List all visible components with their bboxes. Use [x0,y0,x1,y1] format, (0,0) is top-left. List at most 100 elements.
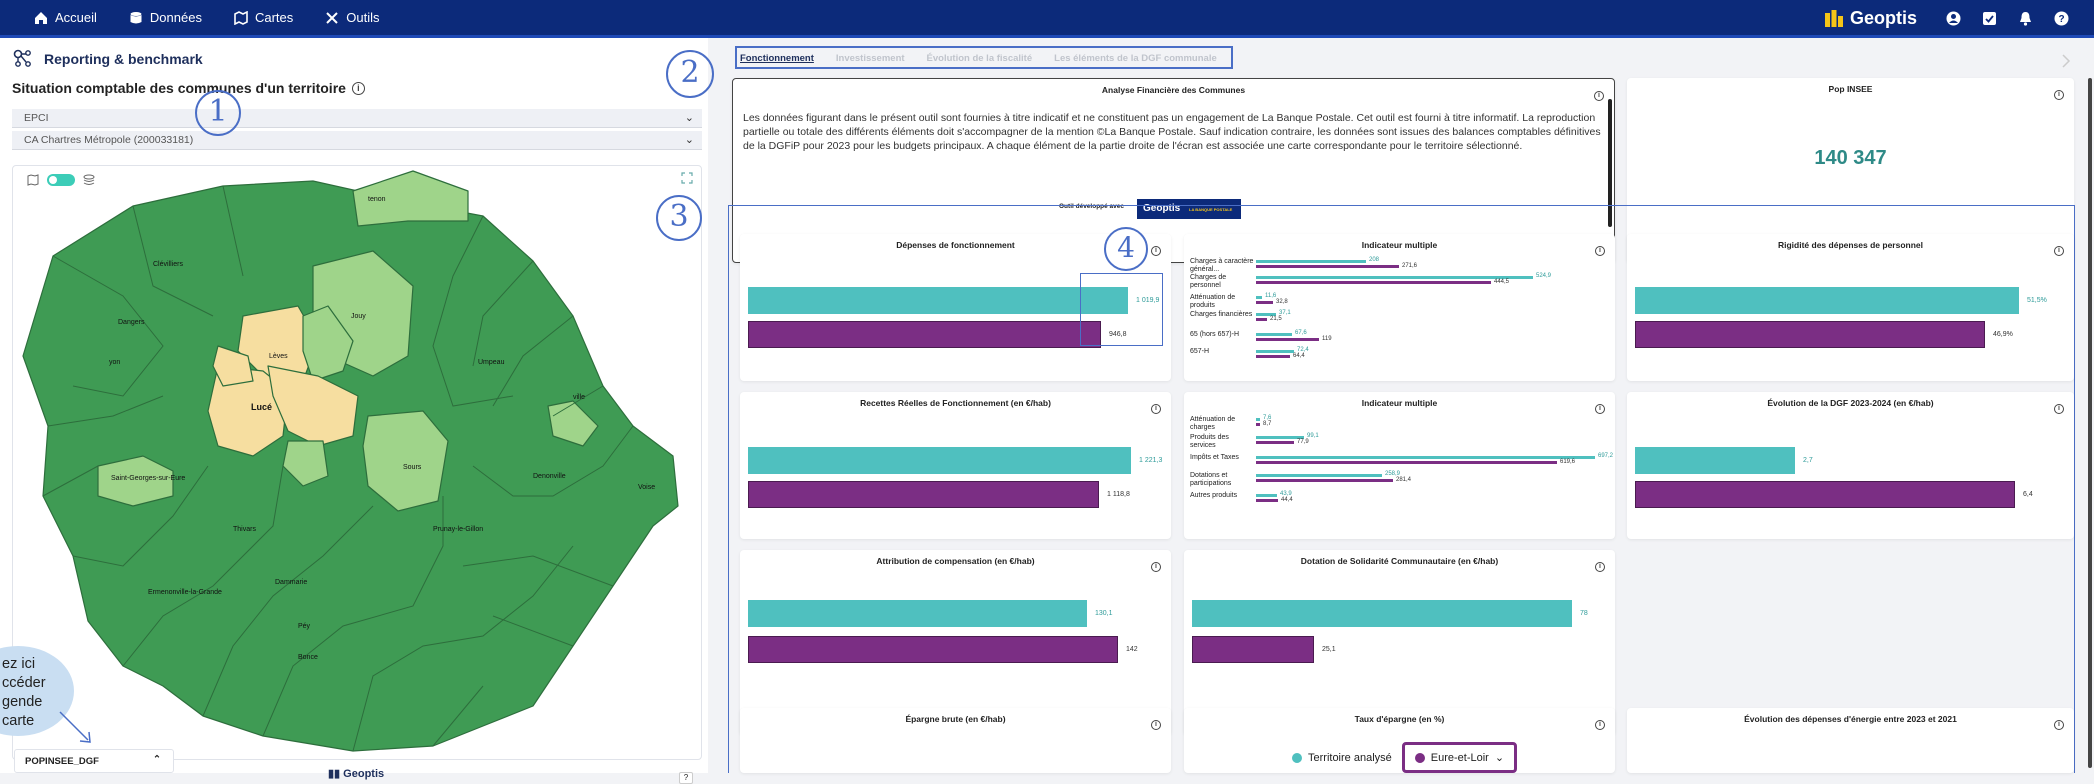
map-container[interactable]: tenon Clévilliers Dangers Jouy Lèves Ump… [12,165,702,760]
multi-value-compare: 8,7 [1263,421,1272,427]
commune-map[interactable]: tenon Clévilliers Dangers Jouy Lèves Ump… [13,166,702,760]
info-icon[interactable]: i [2054,83,2064,101]
indicateur-multiple-produits-card[interactable]: Indicateur multiple i Atténuation de cha… [1184,392,1615,539]
pop-value: 140 347 [1814,147,1887,169]
user-icon[interactable] [1946,11,1961,26]
page-scrollbar[interactable] [2088,78,2092,768]
info-icon[interactable]: i [1151,713,1161,731]
card-title: Épargne brute (en €/hab) [905,714,1006,724]
map-label: tenon [368,196,386,203]
map-label: Saint-Georges-sur-Eure [111,475,185,482]
territory-select[interactable]: CA Chartres Métropole (200033181) ⌄ [12,131,702,150]
multi-value-compare: 281,4 [1396,477,1412,483]
info-icon[interactable]: i [1595,397,1605,415]
multi-bar-compare [1256,338,1319,341]
map-label: Sours [403,464,422,471]
multi-bar-territoire [1256,494,1277,497]
info-icon[interactable]: i [1595,239,1605,257]
multi-bar-territoire [1256,260,1366,263]
top-navbar: Accueil Données Cartes Outils Geoptis ? [0,0,2094,38]
bell-icon[interactable] [2018,11,2033,26]
info-icon[interactable]: i [1595,713,1605,731]
multi-value-territoire: 67,6 [1295,330,1307,336]
home-icon [35,11,47,24]
multi-bar-territoire [1256,296,1262,299]
dgf-evolution-card[interactable]: Évolution de la DGF 2023-2024 (en €/hab)… [1627,392,2074,539]
indicateur-multiple-charges-card[interactable]: Indicateur multiple i Charges à caractèr… [1184,234,1615,381]
multi-bar-compare [1256,281,1491,284]
map-label: yon [109,359,120,366]
bar-territoire [748,287,1128,314]
multi-bar-compare [1256,265,1399,268]
reporting-title-text: Reporting & benchmark [44,51,203,67]
bar-value-territoire: 130,1 [1095,610,1113,617]
multi-value-compare: 21,5 [1270,316,1282,322]
energie-card[interactable]: Évolution des dépenses d'énergie entre 2… [1627,708,2074,773]
info-icon[interactable]: i [2054,239,2064,257]
territory-type-value: EPCI [24,112,49,124]
territory-type-select[interactable]: EPCI ⌄ [12,109,702,128]
multi-row-label: Dotations et participations [1190,472,1232,487]
bar-territoire [748,600,1087,627]
card-title: Évolution des dépenses d'énergie entre 2… [1744,714,1957,724]
card-title: Dotation de Solidarité Communautaire (en… [1300,556,1499,566]
nav-accueil[interactable]: Accueil [34,10,97,25]
multi-value-compare: 64,4 [1293,353,1305,359]
map-label: Bonce [298,654,318,661]
card-title: Évolution de la DGF 2023-2024 (en €/hab) [1767,398,1934,408]
info-icon[interactable]: i [351,81,365,95]
legend-label-compare: Eure-et-Loir [1430,751,1489,764]
help-icon[interactable]: ? [2054,11,2069,26]
info-icon[interactable]: i [1151,397,1161,415]
multi-bar-compare [1256,479,1393,482]
reporting-title: Reporting & benchmark [12,48,203,70]
multi-row-label: Charges de personnel [1190,274,1227,289]
situation-title-text: Situation comptable des communes d'un te… [12,80,346,96]
multi-value-territoire: 208 [1369,257,1380,263]
chevron-right-icon[interactable] [2061,54,2071,68]
bar-compare [748,321,1101,348]
bar-value-compare: 25,1 [1322,646,1336,653]
multi-value-compare: 271,6 [1402,263,1418,269]
bar-value-compare: 142 [1126,646,1138,653]
map-legend-selector[interactable]: POPINSEE_DGF ⌃ [14,749,174,773]
nav-outils[interactable]: Outils [325,10,380,25]
map-help-button[interactable]: ? [679,772,693,784]
info-icon[interactable]: i [2054,713,2064,731]
annotation-box-tabs [735,46,1233,69]
multi-value-territoire: 697,2 [1598,453,1614,459]
info-icon[interactable]: i [1594,84,1604,102]
map-icon [234,10,248,25]
annotation-box-4 [1080,273,1163,346]
chevron-down-icon: ⌄ [684,112,694,124]
multi-bar-territoire [1256,333,1292,336]
svg-text:?: ? [2058,14,2064,25]
nav-cartes[interactable]: Cartes [234,10,293,25]
database-icon [130,11,142,23]
multi-bar-territoire [1256,418,1260,421]
multi-bar-compare [1256,355,1290,358]
brand-logo[interactable]: Geoptis [1824,8,1917,29]
bar-value-compare: 46,9% [1993,331,2013,338]
multi-row-label: Charges à caractère général... [1190,258,1254,273]
checkbox-icon[interactable] [1982,11,1997,26]
nav-donnees[interactable]: Données [129,10,202,25]
bar-value-territoire: 51,5% [2027,297,2047,304]
rigidite-card[interactable]: Rigidité des dépenses de personnel i 51,… [1627,234,2074,381]
info-icon[interactable]: i [1595,555,1605,573]
recettes-card[interactable]: Recettes Réelles de Fonctionnement (en €… [740,392,1171,539]
bar-value-compare: 6,4 [2023,491,2033,498]
info-icon[interactable]: i [1151,239,1161,257]
multi-bar-compare [1256,441,1294,444]
bar-compare [1635,481,2015,508]
card-title: Taux d'épargne (en %) [1354,714,1445,724]
compare-territory-dropdown[interactable]: Eure-et-Loir ⌄ [1401,742,1518,773]
multi-row-label: Atténuation de produits [1190,294,1236,309]
bar-territoire [748,447,1131,474]
bar-compare [748,481,1099,508]
info-icon[interactable]: i [2054,397,2064,415]
epargne-brute-card[interactable]: Épargne brute (en €/hab) i [740,708,1171,773]
bar-compare [1635,321,1985,348]
info-icon[interactable]: i [1151,555,1161,573]
card-title: Analyse Financière des Communes [1101,85,1246,95]
